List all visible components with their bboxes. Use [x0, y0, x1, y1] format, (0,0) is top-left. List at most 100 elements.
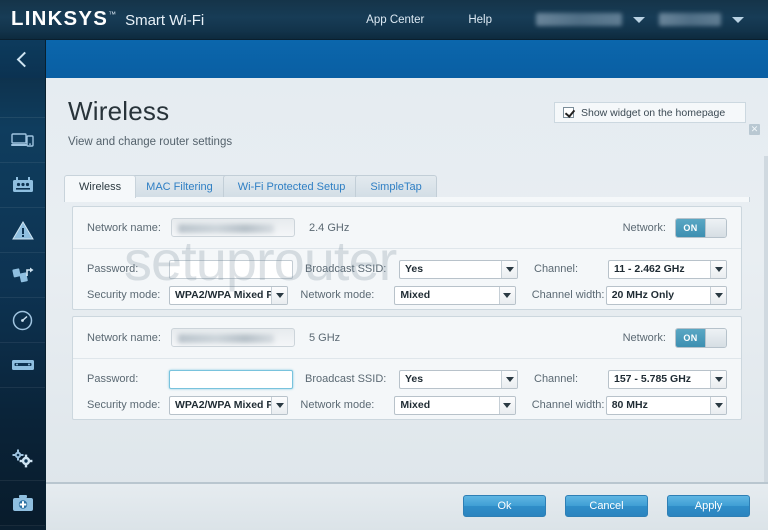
account-dropdown-2[interactable]	[659, 13, 744, 26]
channel-width-value: 80 MHz	[611, 399, 648, 411]
network-mode-value: Mixed	[400, 399, 431, 411]
network-toggle-group-5ghz: Network: ON	[622, 327, 727, 348]
channel-select-5ghz[interactable]: 157 - 5.785 GHz	[608, 369, 727, 389]
network-toggle-5ghz[interactable]: ON	[675, 327, 727, 348]
apply-button[interactable]: Apply	[667, 495, 750, 517]
page-subtitle: View and change router settings	[68, 136, 233, 148]
nav-app-center[interactable]: App Center	[366, 14, 424, 26]
tab-simpletap[interactable]: SimpleTap	[355, 175, 437, 198]
sidebar-collapse-button[interactable]	[0, 40, 45, 78]
broadcast-ssid-select-2-4ghz[interactable]: Yes	[399, 259, 518, 279]
trademark-symbol: ™	[108, 10, 117, 19]
band-label-2-4ghz: 2.4 GHz	[309, 221, 350, 234]
channel-width-label: Channel width:	[531, 399, 605, 411]
footer-buttons: Ok Cancel Apply	[444, 495, 750, 517]
redacted-account-label-1	[536, 13, 622, 26]
redacted-account-label-2	[659, 13, 721, 26]
band-panel-2-4ghz: Network name: 2.4 GHz Network: ON Passwo…	[72, 206, 742, 310]
chevron-down-icon[interactable]	[710, 396, 727, 414]
password-label: Password:	[87, 263, 139, 275]
sidebar-item-wireless[interactable]	[0, 526, 45, 530]
network-mode-select-2-4ghz[interactable]: Mixed	[394, 285, 516, 305]
laptop-devices-icon	[10, 131, 35, 149]
brand-name: LINKSYS	[11, 8, 109, 30]
band-label-5ghz: 5 GHz	[309, 331, 341, 344]
network-name-row-5ghz: Network name: 5 GHz Network: ON	[73, 317, 741, 359]
chevron-down-icon[interactable]	[501, 370, 517, 388]
chevron-down-icon[interactable]	[633, 16, 645, 23]
external-storage-icon	[11, 357, 35, 373]
cancel-button[interactable]: Cancel	[565, 495, 648, 517]
sidebar-item-guest-access[interactable]	[0, 163, 45, 208]
network-mode-label: Network mode:	[300, 399, 375, 411]
close-icon[interactable]: ✕	[749, 124, 760, 135]
security-mode-value: WPA2/WPA Mixed Pe	[175, 399, 272, 411]
channel-select-2-4ghz[interactable]: 11 - 2.462 GHz	[608, 259, 727, 279]
channel-width-value: 20 MHz Only	[611, 289, 675, 301]
security-mode-select-2-4ghz[interactable]: WPA2/WPA Mixed Pe	[169, 285, 289, 305]
account-dropdown-1[interactable]	[536, 13, 645, 26]
redacted-network-name	[178, 224, 274, 233]
sidebar-item-media-prioritization[interactable]	[0, 253, 45, 298]
channel-label: Channel:	[534, 263, 579, 275]
network-name-field-5ghz[interactable]	[171, 328, 295, 347]
network-toggle-label: Network:	[622, 331, 666, 344]
sidebar-item-device-list[interactable]	[0, 118, 45, 163]
security-mode-select-5ghz[interactable]: WPA2/WPA Mixed Pe	[169, 395, 289, 415]
password-input-5ghz[interactable]	[169, 369, 293, 389]
top-nav-links: App Center Help	[366, 13, 768, 26]
network-toggle-2-4ghz[interactable]: ON	[675, 217, 727, 238]
page-header: Wireless View and change router settings	[68, 96, 232, 148]
gears-icon	[11, 448, 35, 469]
chevron-down-icon[interactable]	[501, 260, 517, 278]
channel-label: Channel:	[534, 373, 579, 385]
main-content-area: ✕ Wireless View and change router settin…	[46, 40, 768, 530]
chevron-left-icon	[16, 51, 33, 67]
left-sidebar	[0, 40, 46, 530]
security-mode-label: Security mode:	[87, 399, 161, 411]
sidebar-item-parental-controls[interactable]	[0, 208, 45, 253]
ok-button[interactable]: Ok	[463, 495, 546, 517]
network-name-field-2-4ghz[interactable]	[171, 218, 295, 237]
channel-width-select-2-4ghz[interactable]: 20 MHz Only	[605, 285, 728, 305]
password-label: Password:	[87, 373, 139, 385]
scrollbar-track[interactable]	[764, 156, 768, 530]
sidebar-item-speed-test[interactable]	[0, 298, 45, 343]
password-input-2-4ghz[interactable]	[169, 259, 293, 279]
tab-wifi-protected-setup[interactable]: Wi-Fi Protected Setup	[222, 175, 361, 198]
broadcast-ssid-value: Yes	[405, 263, 424, 275]
show-widget-checkbox[interactable]	[563, 107, 574, 118]
sidebar-item-troubleshooting[interactable]	[0, 481, 45, 526]
chevron-down-icon[interactable]	[271, 286, 288, 304]
nav-help[interactable]: Help	[468, 14, 492, 26]
password-row-5ghz: Password: Broadcast SSID: Yes Channel: 1…	[87, 366, 727, 392]
chevron-down-icon[interactable]	[732, 16, 744, 23]
chevron-down-icon[interactable]	[498, 396, 515, 414]
redacted-network-name	[178, 334, 274, 343]
product-name: Smart Wi-Fi	[125, 12, 205, 29]
top-navigation-bar: LINKSYS ™ Smart Wi-Fi App Center Help	[0, 0, 768, 40]
toggle-knob	[705, 218, 726, 237]
chevron-down-icon[interactable]	[710, 286, 727, 304]
chevron-down-icon[interactable]	[710, 370, 726, 388]
channel-width-select-5ghz[interactable]: 80 MHz	[605, 395, 728, 415]
media-prioritization-icon	[11, 266, 35, 285]
sidebar-item-connectivity[interactable]	[0, 436, 45, 481]
network-mode-select-5ghz[interactable]: Mixed	[394, 395, 516, 415]
tab-mac-filtering[interactable]: MAC Filtering	[131, 175, 228, 198]
sidebar-item-external-storage[interactable]	[0, 343, 45, 388]
warning-triangle-icon	[11, 220, 34, 240]
chevron-down-icon[interactable]	[271, 396, 288, 414]
linksys-logo[interactable]: LINKSYS ™ Smart Wi-Fi	[0, 8, 204, 31]
broadcast-ssid-select-5ghz[interactable]: Yes	[399, 369, 518, 389]
tab-underline	[64, 197, 750, 202]
tab-wireless[interactable]: Wireless	[64, 175, 137, 198]
page-title: Wireless	[68, 96, 170, 126]
show-widget-checkbox-row[interactable]: Show widget on the homepage	[554, 102, 746, 123]
broadcast-ssid-value: Yes	[405, 373, 424, 385]
channel-value: 11 - 2.462 GHz	[614, 263, 685, 275]
channel-value: 157 - 5.785 GHz	[614, 373, 692, 385]
toggle-on-label: ON	[676, 218, 705, 237]
chevron-down-icon[interactable]	[498, 286, 515, 304]
chevron-down-icon[interactable]	[710, 260, 726, 278]
